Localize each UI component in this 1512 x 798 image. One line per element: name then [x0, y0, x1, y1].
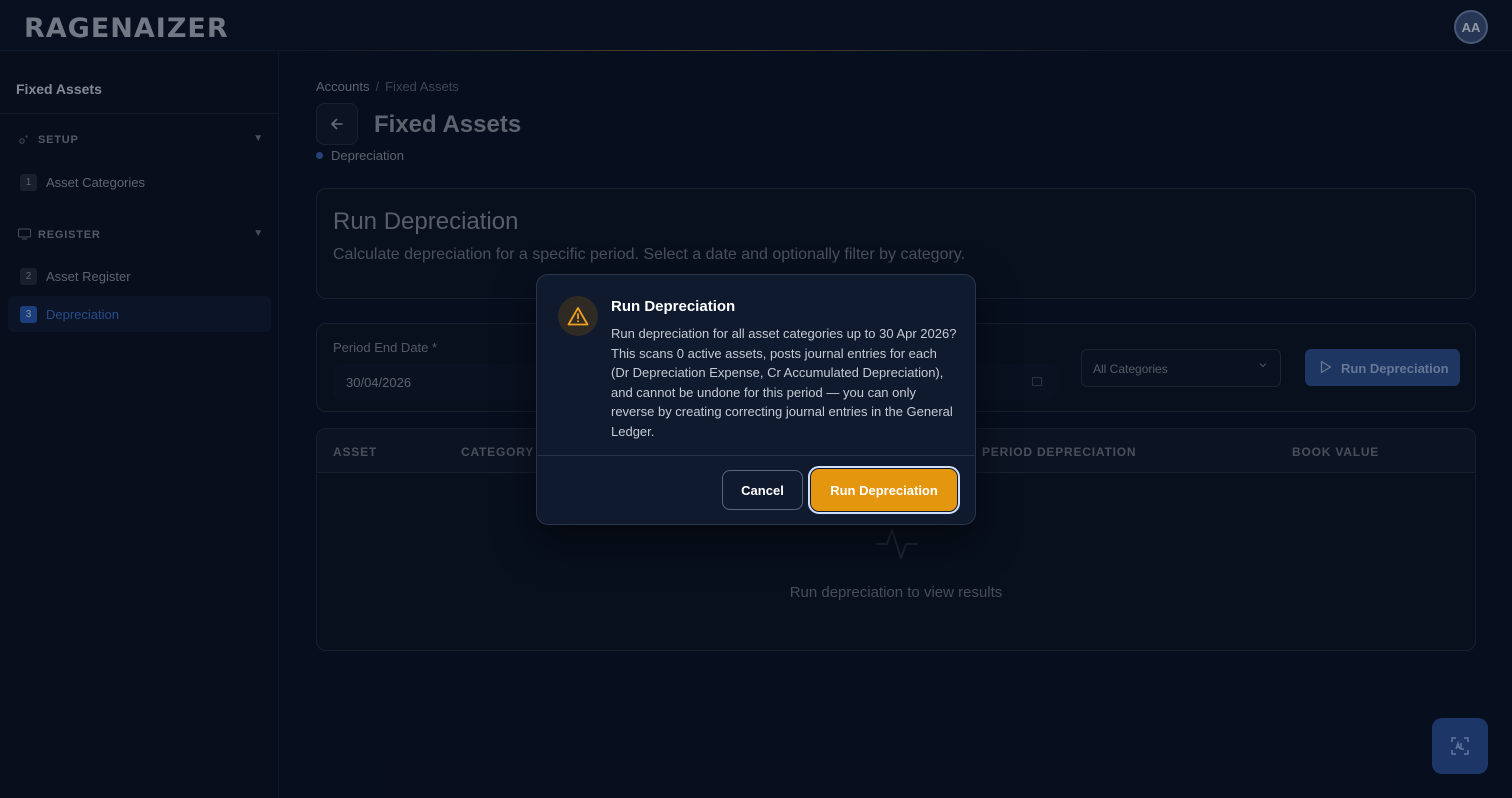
cancel-button[interactable]: Cancel [722, 470, 803, 510]
confirm-dialog: Run Depreciation Run depreciation for al… [536, 274, 976, 525]
dialog-title: Run Depreciation [611, 298, 736, 315]
dialog-divider [537, 455, 975, 456]
dialog-message: Run depreciation for all asset categorie… [611, 326, 957, 439]
warning-icon [558, 296, 598, 336]
confirm-run-depreciation-button[interactable]: Run Depreciation [808, 466, 960, 514]
